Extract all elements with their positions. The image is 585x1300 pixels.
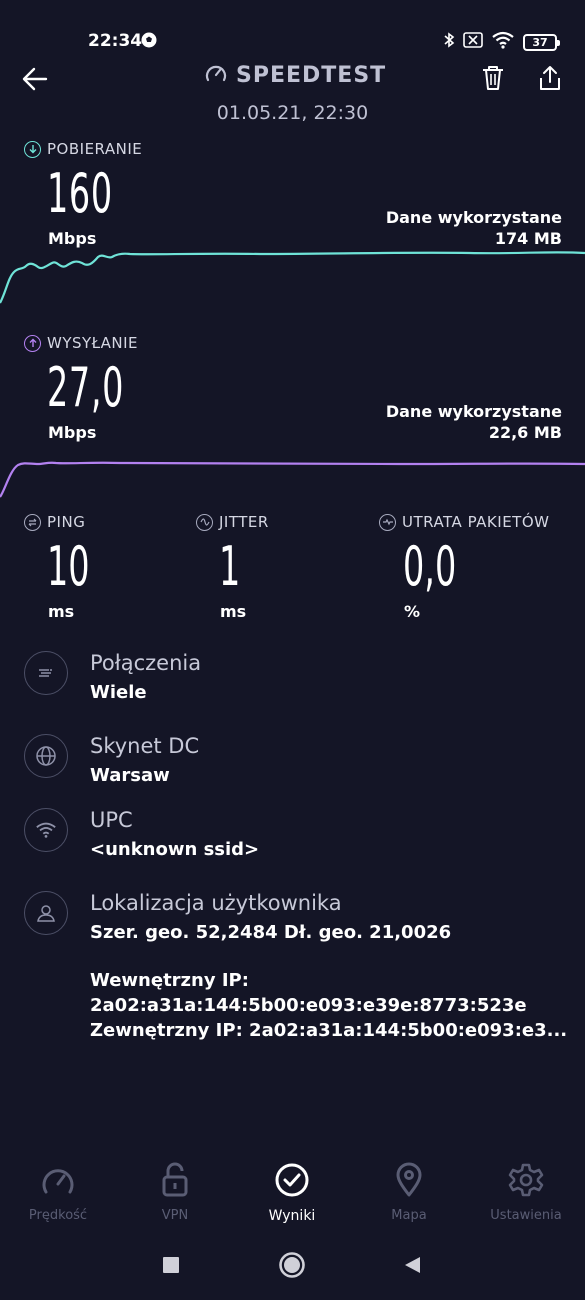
- ping-label-text: PING: [47, 513, 86, 531]
- nav-vpn[interactable]: VPN: [125, 1160, 225, 1223]
- status-icons: 37: [443, 31, 560, 53]
- connections-icon: [24, 651, 68, 695]
- provider-title: UPC: [90, 808, 133, 832]
- ping-unit: ms: [48, 602, 75, 621]
- speedtest-result-screen: 22:34 37 SPEEDTEST 01.05.21, 22:30 POBIE…: [0, 0, 585, 1300]
- delete-button[interactable]: [480, 64, 508, 94]
- download-label-text: POBIERANIE: [47, 140, 143, 158]
- globe-icon: [24, 734, 68, 778]
- speedometer-icon: [8, 1160, 108, 1200]
- battery-indicator: 37: [523, 33, 560, 51]
- bluetooth-icon: [443, 31, 455, 53]
- packet-loss-unit: %: [404, 602, 421, 621]
- upload-data-label: Dane wykorzystane: [385, 402, 562, 421]
- wifi-provider-icon: [24, 808, 68, 852]
- ping-value: 10: [47, 535, 90, 598]
- soccer-ball-icon: [141, 32, 157, 52]
- nav-settings-label: Ustawienia: [490, 1208, 562, 1223]
- status-time: 22:34: [88, 31, 143, 51]
- download-graph-line: [0, 251, 585, 304]
- connections-title: Połączenia: [90, 651, 202, 675]
- download-arrow-icon: [24, 140, 41, 158]
- upload-speed-unit: Mbps: [48, 423, 97, 442]
- upload-graph-line: [0, 461, 585, 498]
- upload-graph: [0, 461, 585, 498]
- jitter-label: JITTER: [196, 513, 269, 531]
- connections-value: Wiele: [90, 682, 147, 703]
- upload-speed-value: 27,0: [47, 356, 125, 419]
- packet-loss-value: 0,0: [403, 535, 457, 598]
- ping-label: PING: [24, 513, 85, 531]
- map-pin-icon: [359, 1160, 459, 1200]
- server-location: Warsaw: [90, 765, 170, 786]
- download-label: POBIERANIE: [24, 140, 142, 158]
- upload-data-used: Dane wykorzystane 22,6 MB: [386, 401, 562, 443]
- internal-ip-value: 2a02:a31a:144:5b00:e093:e39e:8773:523e: [90, 995, 527, 1016]
- ping-icon: [24, 513, 41, 531]
- nav-speed[interactable]: Prędkość: [8, 1160, 108, 1223]
- no-sim-icon: [463, 32, 483, 52]
- recents-button[interactable]: [156, 1250, 186, 1280]
- packet-loss-label: UTRATA PAKIETÓW: [379, 513, 549, 531]
- jitter-unit: ms: [220, 602, 247, 621]
- app-title: SPEEDTEST: [204, 62, 386, 88]
- location-coordinates: Szer. geo. 52,2484 Dł. geo. 21,0026: [90, 922, 452, 943]
- internal-ip-label: Wewnętrzny IP:: [90, 970, 249, 991]
- external-ip: Zewnętrzny IP: 2a02:a31a:144:5b00:e093:e…: [90, 1020, 568, 1041]
- upload-arrow-icon: [24, 334, 41, 352]
- back-button[interactable]: [20, 64, 50, 94]
- nav-map-label: Mapa: [391, 1208, 427, 1223]
- app-title-text: SPEEDTEST: [236, 62, 387, 88]
- packet-loss-label-text: UTRATA PAKIETÓW: [402, 513, 550, 531]
- wifi-icon: [491, 31, 515, 53]
- download-speed-value: 160: [47, 162, 113, 225]
- upload-label: WYSYŁANIE: [24, 334, 138, 352]
- speedometer-icon: [204, 62, 228, 88]
- check-circle-icon: [242, 1160, 342, 1200]
- gear-icon: [476, 1160, 576, 1200]
- packet-loss-icon: [379, 513, 396, 531]
- download-data-label: Dane wykorzystane: [385, 208, 562, 227]
- download-graph: [0, 251, 585, 304]
- nav-map[interactable]: Mapa: [359, 1160, 459, 1223]
- user-icon: [24, 891, 68, 935]
- location-title: Lokalizacja użytkownika: [90, 891, 342, 915]
- nav-vpn-label: VPN: [161, 1208, 189, 1223]
- nav-results[interactable]: Wyniki: [242, 1160, 342, 1224]
- unlock-icon: [125, 1160, 225, 1200]
- home-button[interactable]: [277, 1250, 307, 1280]
- upload-data-value: 22,6 MB: [488, 423, 562, 442]
- nav-settings[interactable]: Ustawienia: [476, 1160, 576, 1223]
- provider-ssid: <unknown ssid>: [90, 839, 260, 860]
- jitter-icon: [196, 513, 213, 531]
- share-button[interactable]: [536, 64, 564, 94]
- upload-label-text: WYSYŁANIE: [47, 334, 138, 352]
- jitter-label-text: JITTER: [219, 513, 269, 531]
- nav-speed-label: Prędkość: [28, 1208, 88, 1223]
- nav-results-label: Wyniki: [268, 1208, 316, 1224]
- back-nav-button[interactable]: [397, 1250, 427, 1280]
- test-date: 01.05.21, 22:30: [216, 102, 369, 124]
- server-title: Skynet DC: [90, 734, 200, 758]
- jitter-value: 1: [219, 535, 241, 598]
